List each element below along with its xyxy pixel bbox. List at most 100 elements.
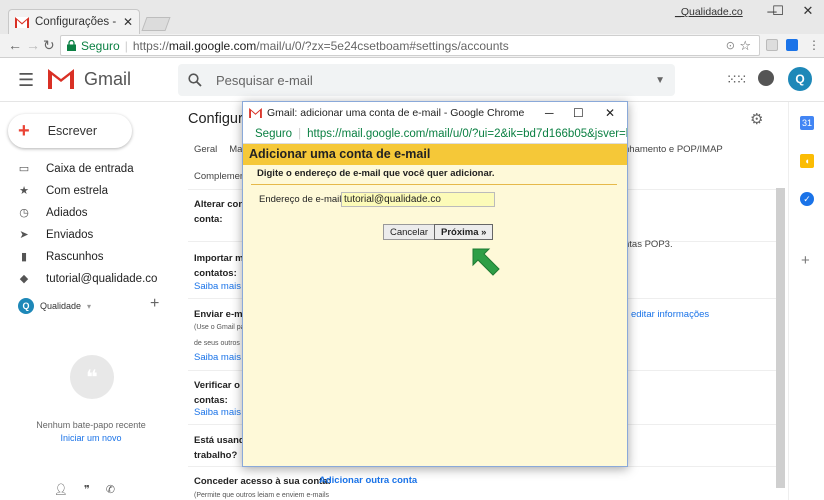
scrollbar[interactable] — [776, 188, 785, 488]
profile-label[interactable]: _Qualidade.co — [675, 6, 743, 18]
setting-import-label: Importar me contatos: — [194, 253, 249, 279]
url-host: mail.google.com — [168, 38, 257, 53]
popup-instructions: Digite o endereço de e-mail que você que… — [257, 168, 495, 179]
back-icon[interactable]: ← — [8, 37, 22, 53]
notifications-icon[interactable] — [758, 70, 774, 86]
sidebar-item-label: Com estrela — [46, 184, 108, 197]
grant-access-description: (Permite que outros leiam e enviem e-mai… — [194, 492, 329, 499]
tab-addons[interactable]: Complement — [194, 171, 248, 182]
compose-button[interactable]: + Escrever — [8, 114, 132, 148]
pointer-arrow-icon — [472, 248, 500, 276]
setting-check-mail-label: Verificar o e contas: — [194, 380, 248, 406]
gmail-favicon-icon — [15, 16, 29, 28]
sidebar-item-starred[interactable]: ★ Com estrela — [18, 184, 108, 198]
popup-window-title: Gmail: adicionar uma conta de e-mail - G… — [267, 107, 525, 119]
apps-grid-icon[interactable]: ⁙⁙ — [726, 71, 748, 88]
sidebar: + Escrever ▭ Caixa de entrada ★ Com estrel… — [0, 102, 178, 500]
hangouts-icon[interactable]: ❞ — [84, 483, 90, 496]
add-another-account-link[interactable]: Adicionar outra conta — [319, 475, 417, 486]
restore-icon[interactable]: ☐ — [762, 0, 794, 22]
search-input[interactable]: Pesquisar e-mail — [216, 73, 313, 88]
label-icon: ◆ — [19, 273, 29, 285]
sidebar-item-label: Enviados — [46, 228, 94, 241]
star-icon: ★ — [19, 185, 29, 197]
tab-title: Configurações - qualidade — [35, 16, 117, 28]
gear-icon[interactable]: ⚙ — [750, 110, 763, 128]
send-icon: ➤ — [19, 229, 29, 241]
side-panel: 31 ◖ ✓ + — [788, 102, 824, 500]
learn-more-link[interactable]: Saiba mais — [194, 352, 241, 363]
gmail-favicon-icon — [249, 108, 262, 118]
search-icon[interactable] — [188, 73, 202, 87]
sidebar-item-inbox[interactable]: ▭ Caixa de entrada — [18, 162, 134, 176]
tasks-icon[interactable]: ✓ — [800, 192, 814, 206]
cancel-button[interactable]: Cancelar — [383, 224, 436, 240]
reload-icon[interactable]: ↻ — [43, 37, 55, 54]
draft-icon: ▮ — [20, 251, 28, 263]
compose-label: Escrever — [47, 124, 98, 138]
tab-general[interactable]: Geral — [194, 144, 217, 155]
sidebar-item-label-tutorial[interactable]: ◆ tutorial@qualidade.co — [18, 272, 158, 286]
menu-dots-icon[interactable]: ⋮ — [808, 38, 820, 52]
popup-body: Adicionar uma conta de e-mail Digite o e… — [243, 144, 627, 466]
main-menu-icon[interactable]: ☰ — [18, 70, 34, 91]
search-bar[interactable]: Pesquisar e-mail ▼ — [178, 64, 675, 96]
popup-maximize-icon[interactable]: ☐ — [573, 106, 584, 120]
search-options-icon[interactable]: ▼ — [655, 75, 665, 86]
browser-toolbar: ← → ↻ Seguro | https://mail.google.com/m… — [0, 34, 824, 58]
forward-icon[interactable]: → — [26, 37, 40, 53]
gmail-header: ☰ Gmail Pesquisar e-mail ▼ ⁙⁙ Q — [0, 58, 824, 102]
secure-label: Seguro — [81, 38, 120, 53]
sidebar-item-label: Adiados — [46, 206, 88, 219]
browser-tab[interactable]: Configurações - qualidade ✕ — [8, 9, 140, 34]
gmail-logo-icon — [48, 69, 74, 89]
separator: | — [124, 38, 128, 53]
calendar-icon[interactable]: 31 — [800, 116, 814, 130]
sidebar-item-sent[interactable]: ➤ Enviados — [18, 228, 94, 242]
sidebar-item-label: Caixa de entrada — [46, 162, 134, 175]
tab-close-icon[interactable]: ✕ — [123, 15, 133, 29]
hangouts-bottom-bar: 👤︎ ❞ ✆ — [54, 483, 115, 496]
keep-icon[interactable]: ◖ — [800, 154, 814, 168]
hangouts-account-name: Qualidade — [40, 301, 82, 311]
popup-minimize-icon[interactable]: ─ — [545, 106, 554, 120]
hangouts-start-link[interactable]: Iniciar um novo — [0, 433, 182, 443]
url-path: /mail/u/0/?zx=5e24csetboam#settings/acco… — [256, 38, 509, 53]
add-hangout-icon[interactable]: + — [150, 295, 159, 313]
chevron-down-icon: ▾ — [87, 301, 92, 311]
hangouts-account[interactable]: Q Qualidade ▾ — [18, 298, 91, 314]
popup-address-bar[interactable]: Seguro | https://mail.google.com/mail/u/… — [243, 124, 627, 144]
popup-url: https://mail.google.com/mail/u/0/?ui=2&i… — [307, 127, 627, 140]
extension-blue-icon[interactable] — [786, 39, 798, 51]
key-icon[interactable]: ⊙ — [726, 39, 735, 52]
bookmark-star-icon[interactable]: ☆ — [739, 38, 751, 54]
hangouts-empty-text: Nenhum bate-papo recente — [36, 420, 146, 430]
sidebar-item-drafts[interactable]: ▮ Rascunhos — [18, 250, 104, 264]
popup-secure-label: Seguro — [255, 127, 293, 140]
clock-icon: ◷ — [19, 207, 29, 219]
extension-icon[interactable] — [766, 39, 778, 51]
new-tab-button[interactable] — [141, 17, 171, 31]
email-field[interactable] — [341, 192, 495, 207]
url-text: https://mail.google.com/mail/u/0/?zx=5e2… — [133, 39, 509, 53]
window-close-icon[interactable]: ✕ — [792, 0, 824, 22]
gmail-wordmark: Gmail — [84, 69, 132, 89]
separator: | — [298, 127, 302, 140]
divider — [251, 184, 617, 185]
account-avatar[interactable]: Q — [788, 67, 812, 91]
popup-titlebar: Gmail: adicionar uma conta de e-mail - G… — [243, 102, 627, 124]
address-bar[interactable]: Seguro | https://mail.google.com/mail/u/… — [60, 35, 760, 56]
person-icon[interactable]: 👤︎ — [54, 483, 68, 496]
get-addons-icon[interactable]: + — [801, 252, 810, 269]
learn-more-link[interactable]: Saiba mais — [194, 281, 241, 292]
next-button[interactable]: Próxima » — [434, 224, 494, 240]
sidebar-item-snoozed[interactable]: ◷ Adiados — [18, 206, 88, 220]
popup-close-icon[interactable]: ✕ — [605, 106, 615, 120]
phone-icon[interactable]: ✆ — [106, 483, 115, 496]
tab-forwarding[interactable]: nhamento e POP/IMAP — [624, 144, 723, 155]
browser-titlebar: Configurações - qualidade ✕ _Qualidade.c… — [0, 0, 824, 34]
learn-more-link[interactable]: Saiba mais — [194, 407, 241, 418]
email-field-label: Endereço de e-mail: — [259, 194, 345, 205]
hangouts-avatar: Q — [18, 298, 34, 314]
edit-info-link[interactable]: editar informações — [631, 309, 709, 320]
